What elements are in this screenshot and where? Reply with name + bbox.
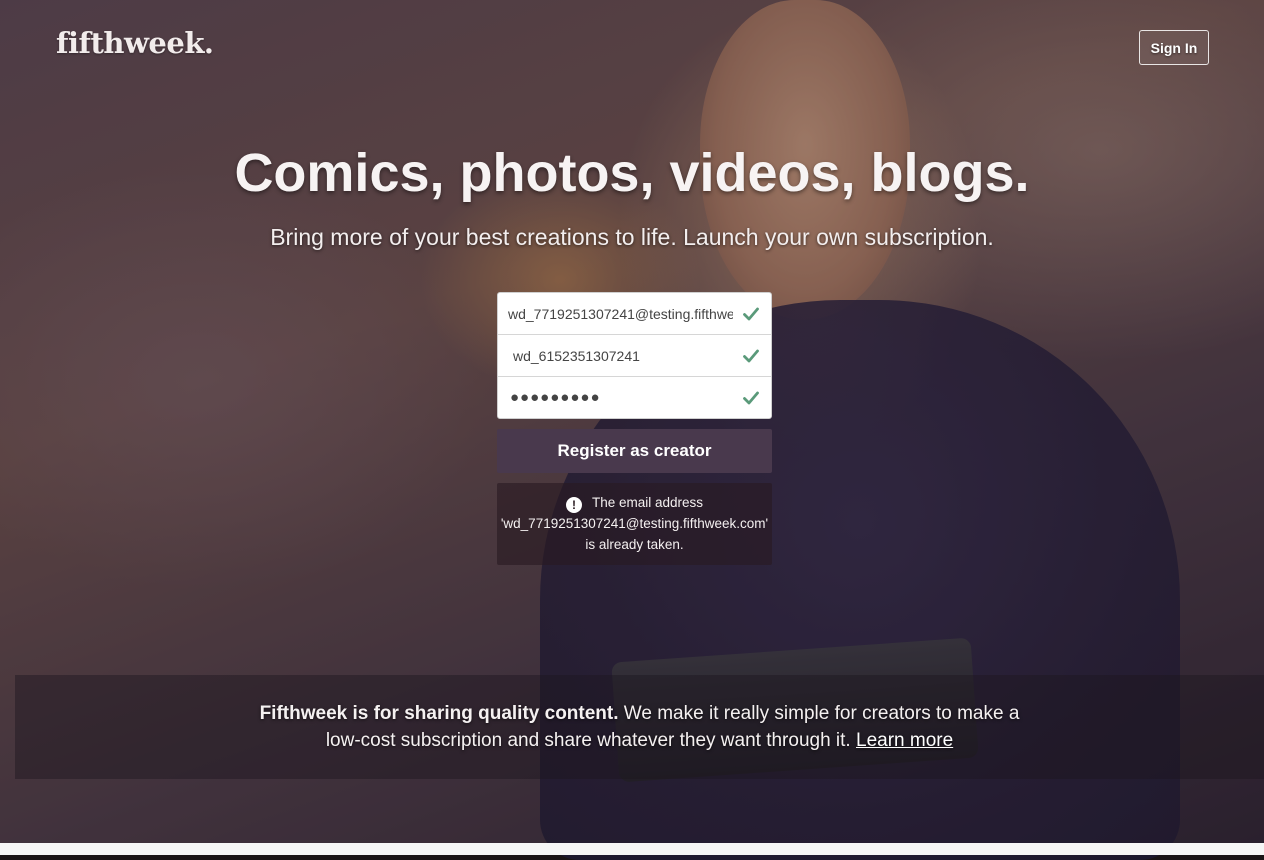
error-line-2: 'wd_7719251307241@testing.fifthweek.com'	[500, 516, 769, 531]
logo[interactable]: fifthweek.	[56, 26, 214, 60]
password-field-value[interactable]: ●●●●●●●●●	[510, 377, 733, 418]
email-field[interactable]: wd_7719251307241@testing.fifthweek.com	[498, 293, 771, 334]
error-line-3: is already taken.	[585, 537, 684, 552]
sign-in-button[interactable]: Sign In	[1139, 30, 1209, 65]
register-as-creator-button[interactable]: Register as creator	[497, 429, 772, 473]
email-field-value[interactable]: wd_7719251307241@testing.fifthweek.com	[508, 306, 733, 322]
footer-text: Fifthweek is for sharing quality content…	[260, 700, 1020, 754]
error-message: ! The email address 'wd_7719251307241@tes…	[497, 483, 772, 565]
registration-form: wd_7719251307241@testing.fifthweek.com w…	[497, 292, 772, 565]
footer-bold-text: Fifthweek is for sharing quality content…	[259, 703, 619, 724]
learn-more-link[interactable]: Learn more	[856, 730, 953, 751]
page-subheadline: Bring more of your best creations to lif…	[270, 224, 994, 250]
username-field-value[interactable]: wd_6152351307241	[513, 335, 733, 376]
page-headline: Comics, photos, videos, blogs.	[234, 143, 1030, 203]
password-field[interactable]: ●●●●●●●●●	[498, 376, 771, 418]
check-icon	[743, 349, 759, 362]
username-field[interactable]: wd_6152351307241	[498, 334, 771, 376]
exclamation-circle-icon: !	[565, 497, 582, 513]
footer-banner: Fifthweek is for sharing quality content…	[15, 675, 1264, 779]
error-line-1: The email address	[591, 495, 704, 510]
registration-fields: wd_7719251307241@testing.fifthweek.com w…	[497, 292, 772, 419]
check-icon	[743, 391, 759, 404]
page-bottom-strip	[0, 843, 1264, 855]
check-icon	[743, 307, 759, 320]
